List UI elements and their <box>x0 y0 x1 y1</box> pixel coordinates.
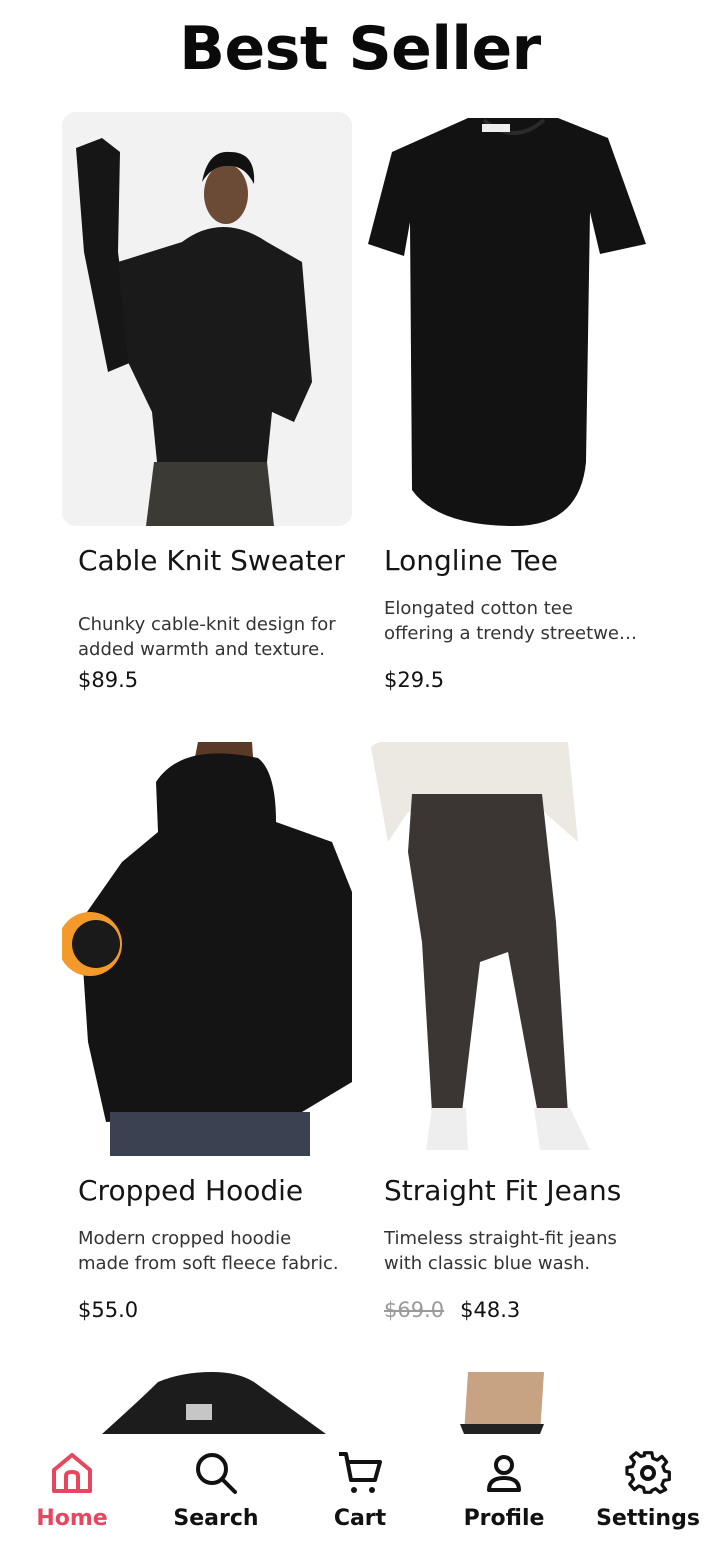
search-icon <box>196 1453 237 1494</box>
product-image[interactable] <box>368 742 658 1156</box>
nav-home-label: Home <box>36 1506 108 1531</box>
product-card-straight-fit-jeans[interactable]: Straight Fit Jeans Timeless straight-fit… <box>368 742 658 1332</box>
nav-cart-label: Cart <box>333 1506 387 1531</box>
bottom-navigation: Home Search Cart Profile Settings <box>0 1434 720 1544</box>
product-image[interactable] <box>62 742 352 1156</box>
product-image[interactable] <box>368 112 658 526</box>
nav-settings-label: Settings <box>596 1506 700 1531</box>
hoodie-photo <box>62 742 352 1156</box>
nav-profile-label: Profile <box>463 1506 545 1531</box>
home-icon <box>52 1453 92 1493</box>
product-price: $29.5 <box>384 668 445 692</box>
profile-icon <box>487 1455 521 1492</box>
gear-icon <box>625 1451 671 1494</box>
product-image-partial[interactable] <box>62 1372 352 1434</box>
product-description: Timeless straight-fit jeans with classic… <box>384 1228 617 1274</box>
portrait-photo <box>460 1372 544 1434</box>
jeans-photo <box>368 742 658 1156</box>
nav-cart[interactable]: Cart <box>288 1434 432 1544</box>
product-card-cropped-hoodie[interactable]: Cropped Hoodie Modern cropped hoodie mad… <box>62 742 352 1332</box>
nav-settings[interactable]: Settings <box>576 1434 720 1544</box>
product-price: $89.5 <box>78 668 139 692</box>
sale-price: $48.3 <box>460 1298 521 1322</box>
product-image[interactable] <box>62 112 352 526</box>
product-description: Modern cropped hoodie made from soft fle… <box>78 1228 339 1274</box>
original-price: $69.0 <box>384 1298 445 1322</box>
tee-photo <box>368 112 658 526</box>
cart-icon <box>339 1452 382 1493</box>
nav-home[interactable]: Home <box>0 1434 144 1544</box>
product-card-longline-tee[interactable]: Longline Tee Elongated cotton tee offeri… <box>368 112 658 702</box>
nav-search-label: Search <box>173 1506 259 1531</box>
page-title: Best Seller <box>179 14 541 84</box>
product-name: Cropped Hoodie <box>78 1174 304 1207</box>
product-image-partial[interactable] <box>368 1372 658 1434</box>
product-description: Chunky cable-knit design for added warmt… <box>78 614 336 660</box>
product-name: Straight Fit Jeans <box>384 1174 622 1207</box>
nav-profile[interactable]: Profile <box>432 1434 576 1544</box>
product-name: Cable Knit Sweater <box>78 544 345 577</box>
product-card-cable-knit-sweater[interactable]: Cable Knit Sweater Chunky cable-knit des… <box>62 112 352 702</box>
nav-search[interactable]: Search <box>144 1434 288 1544</box>
product-description: Elongated cotton tee offering a trendy s… <box>384 598 638 644</box>
product-price: $55.0 <box>78 1298 139 1322</box>
product-name: Longline Tee <box>384 544 558 577</box>
sweater-photo <box>62 112 352 526</box>
jacket-photo <box>102 1372 326 1434</box>
product-price-group: $69.0 $48.3 <box>384 1298 520 1322</box>
